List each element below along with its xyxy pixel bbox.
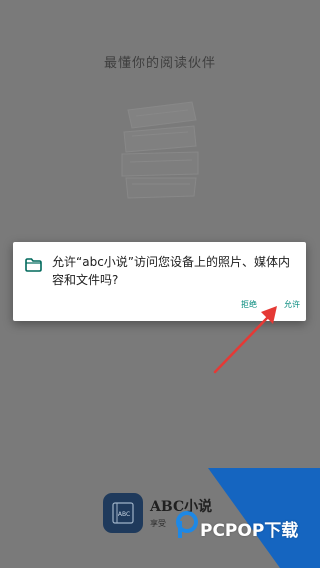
watermark-text: PCPOP下载 [200, 521, 299, 541]
watermark-logo-icon [176, 511, 198, 538]
allow-button[interactable]: 允许 [284, 299, 300, 310]
folder-icon [25, 258, 42, 272]
app-tagline: 享受 [150, 519, 166, 528]
books-illustration [121, 101, 199, 199]
splash-slogan: 最懂你的阅读伙伴 [103, 56, 216, 71]
logo-text: ABC [118, 511, 130, 518]
dialog-message: 允许“abc小说”访问您设备上的照片、媒体内容和文件吗? [52, 255, 291, 287]
annotation-arrow [213, 306, 277, 374]
app-logo: ABC [103, 493, 143, 533]
permission-screen: 最懂你的阅读伙伴 允许“abc小说”访问您设备上的照片、媒体内容和文件吗? 拒绝… [0, 0, 320, 568]
book-icon: ABC [112, 502, 134, 524]
